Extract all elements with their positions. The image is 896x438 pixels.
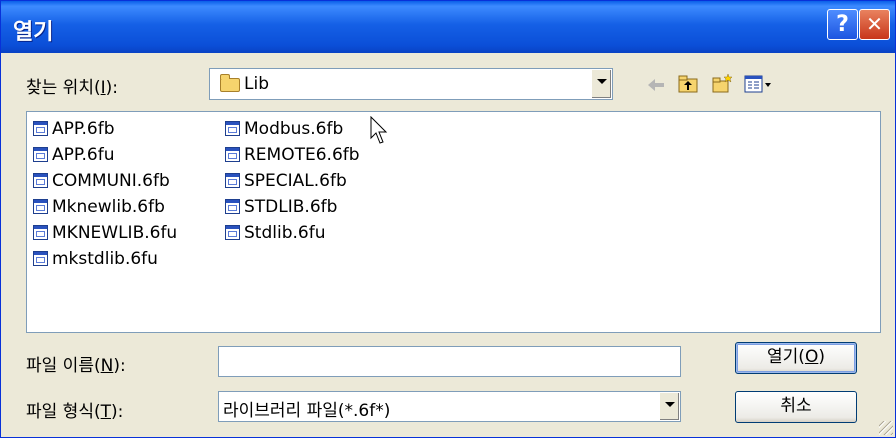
file-icon xyxy=(33,199,48,214)
file-icon xyxy=(225,225,240,240)
file-icon xyxy=(225,147,240,162)
back-arrow-icon[interactable] xyxy=(645,74,667,96)
list-item[interactable]: APP.6fb xyxy=(33,117,114,140)
file-icon xyxy=(225,199,240,214)
folder-icon xyxy=(220,74,240,92)
new-folder-icon[interactable] xyxy=(711,73,733,95)
list-item[interactable]: SPECIAL.6fb xyxy=(225,169,347,192)
lookin-value: Lib xyxy=(244,74,269,94)
filename-label: 파일 이름(N): xyxy=(26,356,126,376)
list-item[interactable]: Modbus.6fb xyxy=(225,117,343,140)
filetype-dropdown-arrow[interactable] xyxy=(659,393,679,420)
view-menu-icon[interactable] xyxy=(743,73,775,95)
resize-grip[interactable] xyxy=(879,421,893,435)
file-icon xyxy=(33,225,48,240)
list-item[interactable]: REMOTE6.6fb xyxy=(225,143,360,166)
list-item[interactable]: Stdlib.6fu xyxy=(225,221,325,244)
up-folder-icon[interactable] xyxy=(677,73,699,95)
file-icon xyxy=(225,121,240,136)
list-item[interactable]: COMMUNI.6fb xyxy=(33,169,170,192)
list-item[interactable]: Mknewlib.6fb xyxy=(33,195,165,218)
list-item[interactable]: MKNEWLIB.6fu xyxy=(33,221,177,244)
window-title: 열기 xyxy=(13,20,54,45)
file-icon xyxy=(33,121,48,136)
filename-input[interactable] xyxy=(218,346,681,377)
file-icon xyxy=(33,147,48,162)
filetype-label: 파일 형식(T): xyxy=(26,402,124,422)
list-item[interactable]: APP.6fu xyxy=(33,143,114,166)
lookin-label: 찾는 위치(I): xyxy=(26,78,118,98)
filetype-dropdown[interactable]: 라이브러리 파일(*.6f*) xyxy=(218,391,681,422)
open-dialog: 열기 ? ✕ 찾는 위치(I): Lib APP.6fb APP.6fu COM… xyxy=(0,0,896,438)
filetype-value: 라이브러리 파일(*.6f*) xyxy=(223,401,391,421)
list-item[interactable]: STDLIB.6fb xyxy=(225,195,337,218)
open-button[interactable]: 열기(O) xyxy=(735,342,857,374)
file-icon xyxy=(33,173,48,188)
file-icon xyxy=(33,251,48,266)
list-item[interactable]: mkstdlib.6fu xyxy=(33,247,158,270)
file-list[interactable]: APP.6fb APP.6fu COMMUNI.6fb Mknewlib.6fb… xyxy=(26,111,881,333)
cancel-button[interactable]: 취소 xyxy=(735,391,857,423)
title-bar[interactable]: 열기 ? ✕ xyxy=(1,1,895,53)
lookin-dropdown[interactable]: Lib xyxy=(209,68,613,100)
file-icon xyxy=(225,173,240,188)
lookin-dropdown-arrow[interactable] xyxy=(591,70,611,98)
mouse-cursor-icon xyxy=(370,116,388,144)
close-button[interactable]: ✕ xyxy=(859,9,890,40)
help-button[interactable]: ? xyxy=(827,9,858,40)
